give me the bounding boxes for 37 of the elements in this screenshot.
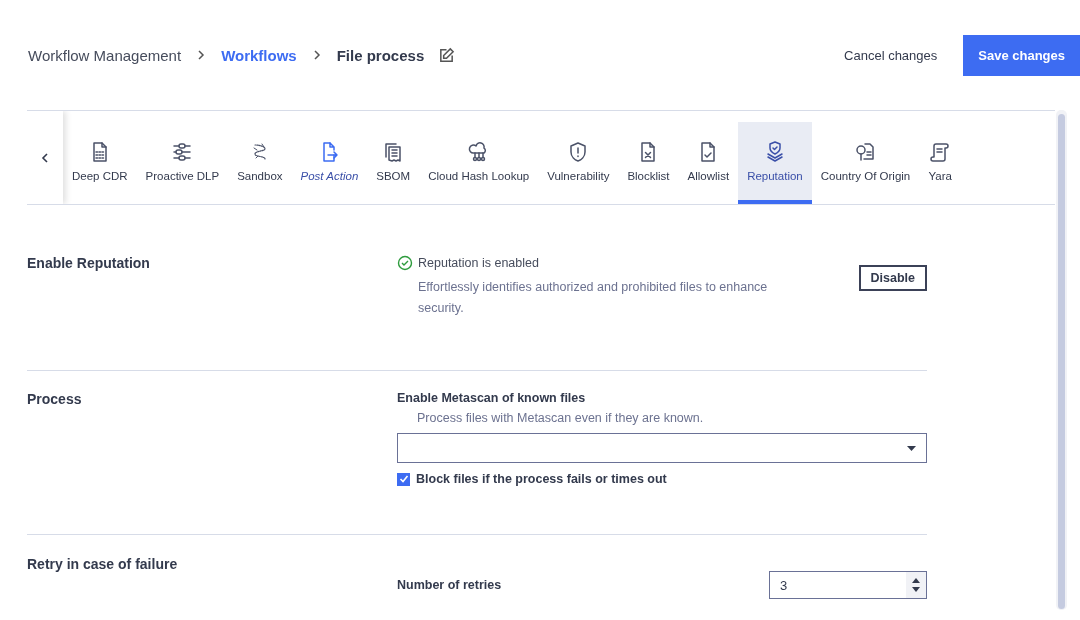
module-tab[interactable]: Cloud Hash Lookup xyxy=(419,122,539,204)
module-tab[interactable]: Allowlist xyxy=(678,122,739,204)
section-title: Process xyxy=(27,391,83,409)
breadcrumb-item: File process xyxy=(336,46,425,64)
description-text: Effortlessly identifies authorized and prohibited files to enhance security. xyxy=(418,279,769,317)
check-circle-icon xyxy=(397,255,413,271)
caret-down-icon xyxy=(907,445,916,451)
breadcrumb-item: Workflow Management xyxy=(28,46,182,64)
module-tab[interactable]: Country Of Origin xyxy=(811,122,920,204)
module-tab[interactable]: Deep CDR xyxy=(63,122,137,204)
field-label: Number of retries xyxy=(397,578,502,592)
status-text: Reputation is enabled xyxy=(418,256,539,270)
module-tab[interactable]: SBOM xyxy=(367,122,420,204)
module-tab[interactable]: Blocklist xyxy=(618,122,679,204)
chevron-left-icon xyxy=(40,151,50,164)
spin-down-icon[interactable] xyxy=(912,587,920,592)
disable-button[interactable]: Disable xyxy=(858,265,927,291)
number-field[interactable]: 3 xyxy=(769,571,927,599)
module-tab[interactable]: Post Action xyxy=(291,122,368,204)
edit-icon[interactable] xyxy=(438,46,456,64)
field-label: Enable Metascan of known files xyxy=(397,391,587,405)
hint-text: Process files with Metascan even if they are known. xyxy=(417,411,705,425)
dropdown-field[interactable] xyxy=(397,433,927,463)
module-tab[interactable]: Sandbox xyxy=(228,122,292,204)
module-tab[interactable]: Vulnerability xyxy=(538,122,619,204)
save-changes-button[interactable]: Save changes xyxy=(963,34,1080,76)
checkbox[interactable] xyxy=(397,472,410,486)
section-title: Enable Reputation xyxy=(27,255,151,273)
scrollbar-thumb[interactable] xyxy=(1058,114,1065,609)
breadcrumb-item[interactable]: Workflows xyxy=(221,46,297,64)
module-tab[interactable]: Yara xyxy=(919,122,962,204)
checkbox-label: Block files if the process fails or times out xyxy=(416,472,667,486)
section-title: Retry in case of failure xyxy=(27,556,179,574)
spin-up-icon[interactable] xyxy=(912,578,920,583)
module-tab[interactable]: Reputation xyxy=(738,122,812,204)
module-tab[interactable]: Proactive DLP xyxy=(136,122,229,204)
cancel-changes-button[interactable]: Cancel changes xyxy=(838,46,944,64)
